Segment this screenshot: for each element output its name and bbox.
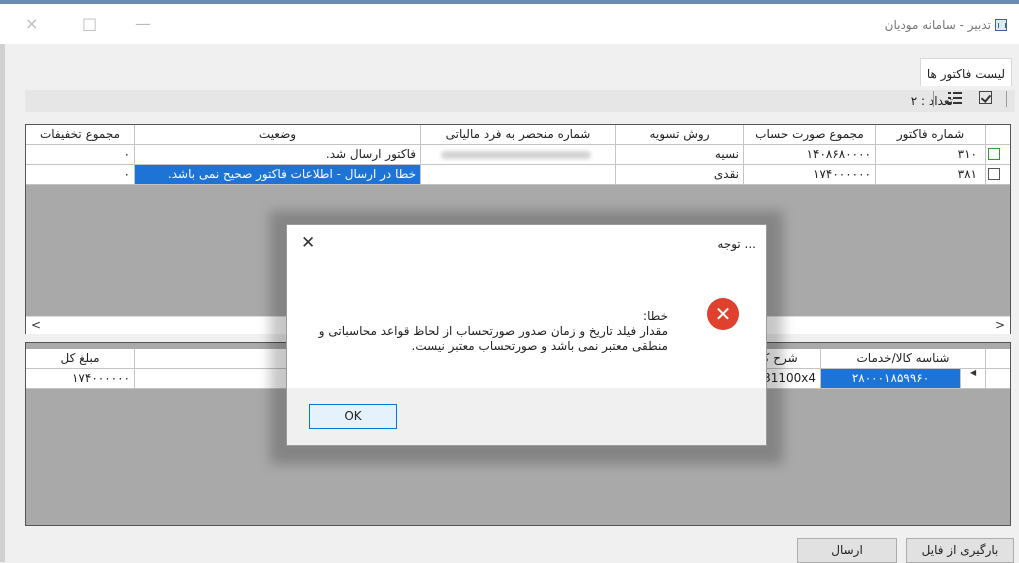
tax-id-cell[interactable] [421,165,616,185]
error-icon: ✕ [707,298,739,330]
toolbar: تعداد : ۲ [25,90,1015,112]
close-icon[interactable]: × [25,14,38,33]
invoice-count: تعداد : ۲ [910,94,953,108]
table-cell[interactable]: فاکتور ارسال شد. [135,145,421,165]
dialog-close-icon[interactable]: ✕ [301,233,315,253]
tab-invoice-list[interactable]: لیست فاکتور ها [920,58,1012,86]
message-line: منطقی معتبر نمی باشد و صورتحساب معتبر نی… [411,339,668,353]
header-row-marker [986,349,1010,369]
message-line: مقدار فیلد تاریخ و زمان صدور صورتحساب از… [318,324,668,338]
window-title-text: تدبیر - سامانه مودیان [884,18,991,32]
minimize-icon[interactable]: — [135,14,151,33]
tax-id-cell-redacted[interactable] [421,145,616,165]
selected-service-id-cell[interactable]: ۲۸۰۰۰۱۸۵۹۹۶۰ [821,369,961,389]
list-view-icon[interactable] [948,91,962,105]
table-cell[interactable]: ۱۴۰۸۶۸۰۰۰۰ [744,145,876,165]
message-line: خطا: [643,309,668,323]
row-1-select-cell [986,145,1010,165]
row-1-checkbox[interactable] [988,148,1000,160]
dialog-message: خطا: مقدار فیلد تاریخ و زمان صدور صورتحس… [319,309,668,354]
table-cell[interactable]: ۱۷۴۰۰۰۰۰۰ [744,165,876,185]
title-bar: × □ — تدبیر - سامانه مودیان [0,4,1019,44]
header-tax-id[interactable]: شماره منحصر به فرد مالیاتی [421,125,616,145]
header-service-id[interactable]: شناسه کالا/خدمات [821,349,986,369]
toolbar-divider [933,91,934,107]
current-row-arrow-icon: ◀ [970,368,977,377]
dialog-title: ... توجه [717,237,756,251]
selected-status-cell[interactable]: خطا در ارسال - اطلاعات فاکتور صحیح نمی ب… [135,165,421,185]
ok-button[interactable]: OK [309,404,397,429]
dialog-footer: OK [287,388,766,445]
table-cell[interactable]: نسیه [616,145,744,165]
row-marker-cell [986,369,1010,389]
header-invoice-number[interactable]: شماره فاکتور [876,125,986,145]
scroll-right-icon[interactable]: > [995,318,1005,332]
row-2-select-cell [986,165,1010,185]
window-title: تدبیر - سامانه مودیان [885,18,1007,32]
select-all-checkbox-icon[interactable] [979,91,992,104]
header-select-column [986,125,1010,145]
header-total-amount[interactable]: مبلغ کل [26,349,135,369]
app-logo-icon [995,19,1007,31]
header-discount-total[interactable]: مجموع تخفیفات [26,125,135,145]
load-from-file-button[interactable]: بارگیری از فایل [906,538,1014,563]
table-cell[interactable]: ۰ [26,165,135,185]
table-cell[interactable]: ۳۱۰ [876,145,986,165]
send-button[interactable]: ارسال [797,538,897,563]
table-cell[interactable]: ۰ [26,145,135,165]
row-2-checkbox[interactable] [988,168,1000,180]
toolbar-grip [1006,91,1007,107]
maximize-icon[interactable]: □ [82,14,97,33]
header-status[interactable]: وضعیت [135,125,421,145]
header-settlement-method[interactable]: روش تسویه [616,125,744,145]
scroll-left-icon[interactable]: < [31,318,41,332]
table-cell[interactable]: نقدی [616,165,744,185]
error-dialog: ✕ ... توجه ✕ خطا: مقدار فیلد تاریخ و زما… [286,224,767,446]
table-cell[interactable]: ۳۸۱ [876,165,986,185]
header-invoice-total[interactable]: مجموع صورت حساب [744,125,876,145]
window-left-border [0,44,5,562]
table-cell[interactable]: ۱۷۴۰۰۰۰۰۰ [26,369,135,389]
